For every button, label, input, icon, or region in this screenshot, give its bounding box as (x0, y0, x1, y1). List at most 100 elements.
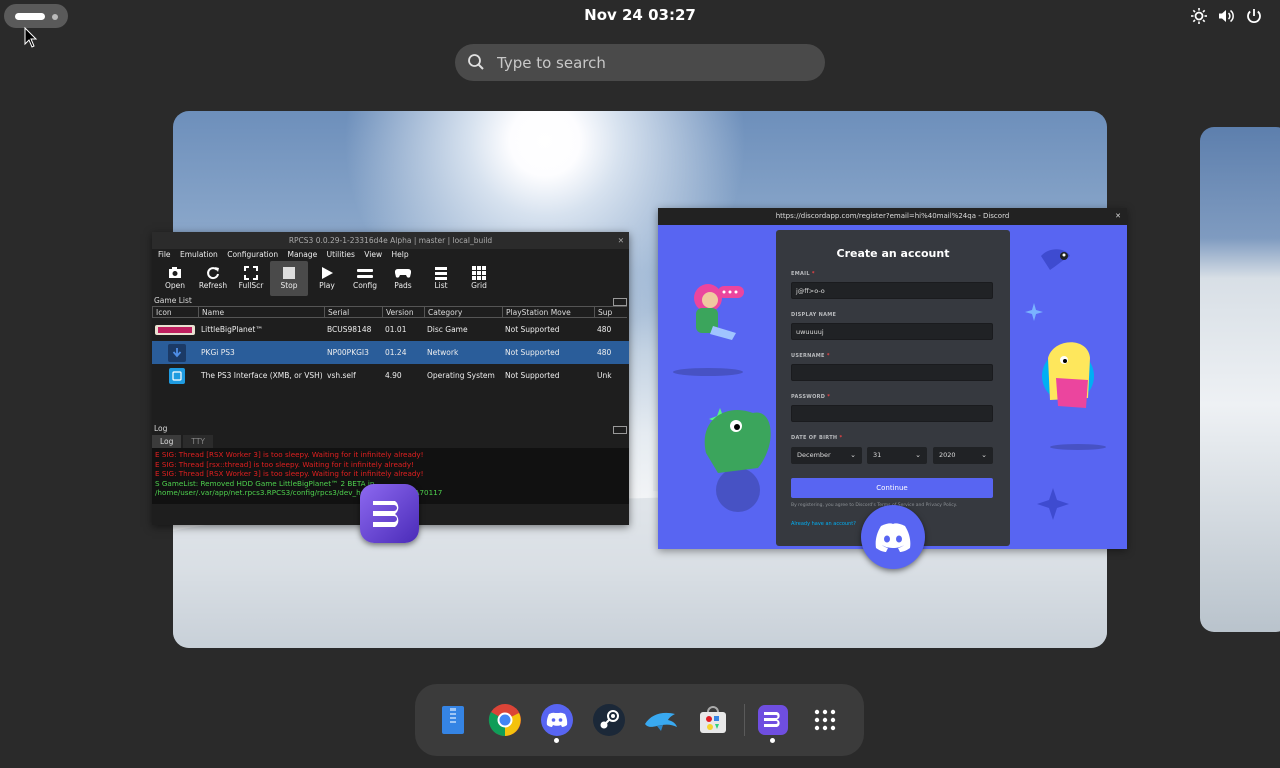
menu-manage[interactable]: Manage (287, 250, 317, 259)
game-icon-littlebigplanet (152, 318, 198, 341)
chrome-icon[interactable] (487, 702, 523, 738)
volume-icon[interactable] (1217, 7, 1235, 25)
app-grid-icon[interactable] (807, 702, 843, 738)
discord-app-icon[interactable] (861, 505, 925, 569)
open-button[interactable]: Open (156, 261, 194, 296)
column-serial[interactable]: Serial (324, 306, 382, 318)
game-category: Disc Game (427, 325, 468, 334)
activities-button[interactable] (4, 4, 68, 28)
year-value: 2020 (939, 451, 956, 459)
email-field[interactable]: j@ff>o-o (791, 282, 993, 299)
discord-logo-icon (875, 523, 911, 552)
rpcs3-logo-icon (372, 500, 398, 527)
brightness-icon[interactable] (1190, 7, 1208, 25)
create-account-form: Create an account EMAIL * j@ff>o-o DISPL… (776, 230, 1010, 546)
fullscreen-icon (244, 265, 258, 280)
discord-window[interactable]: https://discordapp.com/register?email=hi… (658, 208, 1127, 549)
menu-file[interactable]: File (158, 250, 171, 259)
table-row[interactable]: The PS3 Interface (XMB, or VSH) vsh.self… (152, 364, 629, 387)
table-row[interactable]: LittleBigPlanet™ BCUS98148 01.01 Disc Ga… (152, 318, 629, 341)
column-playstation-move[interactable]: PlayStation Move (502, 306, 594, 318)
fullscreen-button[interactable]: FullScr (232, 261, 270, 296)
steam-icon[interactable] (591, 702, 627, 738)
username-label: USERNAME * (791, 353, 830, 359)
game-supported: 480 (597, 348, 612, 357)
discord-icon[interactable] (539, 702, 575, 738)
chevron-down-icon: ⌄ (981, 451, 987, 459)
login-link[interactable]: Already have an account? (791, 521, 856, 527)
menu-emulation[interactable]: Emulation (180, 250, 218, 259)
software-icon[interactable] (695, 702, 731, 738)
dolphin-icon[interactable] (643, 702, 679, 738)
grid-view-button[interactable]: Grid (460, 261, 498, 296)
display-name-field[interactable]: uwuuuuj (791, 323, 993, 340)
password-label: PASSWORD * (791, 394, 831, 400)
rpcs3-title: RPCS3 0.0.29-1-23316d4e Alpha | master |… (288, 236, 493, 245)
rpcs3-titlebar[interactable]: RPCS3 0.0.29-1-23316d4e Alpha | master |… (152, 232, 629, 249)
column-version[interactable]: Version (382, 306, 424, 318)
table-row[interactable]: PKGi PS3 NP00PKGI3 01.24 Network Not Sup… (152, 341, 629, 364)
stop-button[interactable]: Stop (270, 261, 308, 296)
files-icon[interactable] (435, 702, 471, 738)
tab-log[interactable]: Log (152, 435, 182, 448)
column-name[interactable]: Name (198, 306, 324, 318)
sliders-icon (357, 268, 373, 278)
play-label: Play (319, 281, 335, 290)
menu-help[interactable]: Help (391, 250, 408, 259)
log-tabs: Log TTY (152, 435, 629, 448)
power-icon[interactable] (1245, 7, 1263, 25)
column-icon[interactable]: Icon (152, 306, 198, 318)
play-button[interactable]: Play (308, 261, 346, 296)
log-header: Log (152, 424, 629, 434)
rpcs3-window[interactable]: RPCS3 0.0.29-1-23316d4e Alpha | master |… (152, 232, 629, 525)
grid-icon (472, 265, 486, 280)
workspace-indicator-active (15, 13, 45, 20)
email-label: EMAIL * (791, 271, 815, 277)
month-select[interactable]: December ⌄ (791, 447, 862, 464)
year-select[interactable]: 2020 ⌄ (933, 447, 993, 464)
dob-label: DATE OF BIRTH * (791, 435, 843, 441)
game-supported: 480 (597, 325, 612, 334)
running-indicator (554, 738, 559, 743)
game-list-columns: Icon Name Serial Version Category PlaySt… (152, 306, 629, 318)
pads-label: Pads (394, 281, 412, 290)
running-indicator (770, 738, 775, 743)
game-version: 4.90 (385, 371, 402, 380)
game-serial: vsh.self (327, 371, 356, 380)
menu-configuration[interactable]: Configuration (227, 250, 278, 259)
rpcs3-icon[interactable] (755, 702, 791, 738)
column-category[interactable]: Category (424, 306, 502, 318)
menu-utilities[interactable]: Utilities (327, 250, 355, 259)
game-version: 01.01 (385, 325, 407, 334)
close-icon[interactable]: ✕ (618, 232, 624, 249)
menu-view[interactable]: View (364, 250, 382, 259)
workspace-indicator (52, 14, 58, 20)
rpcs3-menubar: File Emulation Configuration Manage Util… (152, 249, 629, 261)
list-view-button[interactable]: List (422, 261, 460, 296)
refresh-icon (207, 266, 219, 279)
mouse-cursor-icon (24, 27, 38, 48)
tab-tty[interactable]: TTY (183, 435, 214, 448)
day-select[interactable]: 31 ⌄ (867, 447, 927, 464)
ps3-interface-icon (152, 364, 198, 387)
game-category: Network (427, 348, 459, 357)
workspace-thumbnail-next[interactable] (1200, 127, 1280, 632)
config-button[interactable]: Config (346, 261, 384, 296)
column-supported[interactable]: Sup (594, 306, 627, 318)
game-name: LittleBigPlanet™ (201, 325, 263, 334)
clock[interactable]: Nov 24 03:27 (540, 6, 740, 24)
search-bar[interactable] (455, 44, 825, 81)
dock (415, 684, 864, 756)
password-field[interactable] (791, 405, 993, 422)
panel-buttons[interactable] (613, 426, 627, 434)
refresh-button[interactable]: Refresh (194, 261, 232, 296)
panel-buttons[interactable] (613, 298, 627, 306)
pads-button[interactable]: Pads (384, 261, 422, 296)
username-field[interactable] (791, 364, 993, 381)
continue-button[interactable]: Continue (791, 478, 993, 498)
game-list-title: Game List (154, 296, 192, 305)
log-line: E SIG: Thread [RSX Worker 3] is too slee… (155, 469, 424, 479)
rpcs3-app-icon[interactable] (360, 484, 419, 543)
camera-icon (169, 267, 181, 278)
search-input[interactable] (495, 50, 799, 76)
